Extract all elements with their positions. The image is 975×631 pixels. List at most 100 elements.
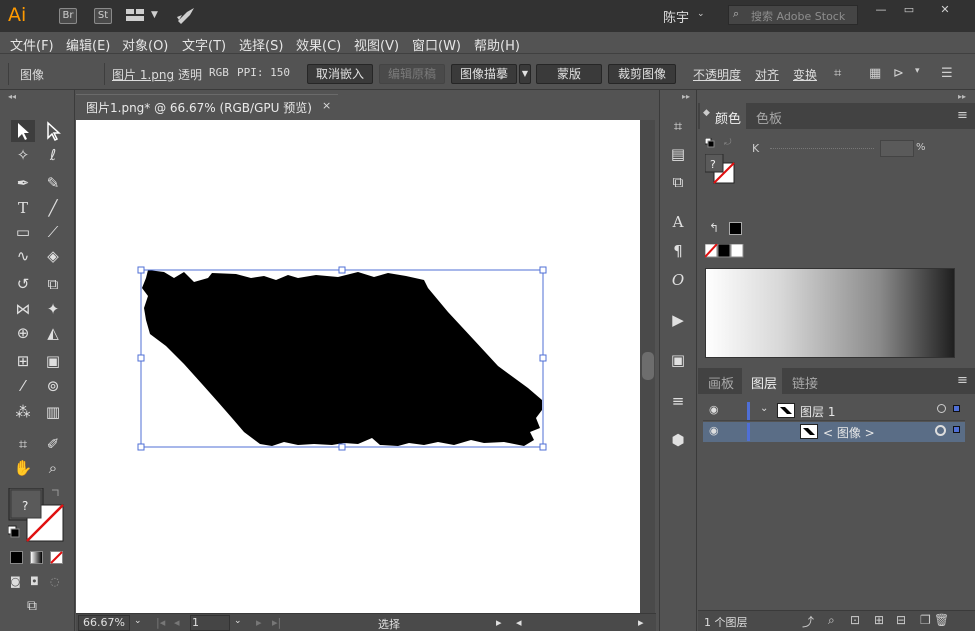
puppet-warp-tool-icon[interactable]: ✦	[41, 298, 65, 320]
paintbrush-tool-icon[interactable]: ⟋	[41, 221, 65, 243]
selection-tool-icon[interactable]	[11, 120, 35, 142]
perspective-grid-tool-icon[interactable]: ◭	[41, 322, 65, 344]
locate-object-icon[interactable]: ⌕	[828, 613, 835, 628]
color-spectrum-bar[interactable]	[705, 268, 955, 358]
prev-artboard-icon[interactable]: ◂	[174, 616, 180, 629]
mask-button[interactable]: 蒙版	[536, 64, 602, 84]
align-panel-icon[interactable]: ▤	[667, 144, 689, 164]
menu-view[interactable]: 视图(V)	[354, 35, 399, 54]
draw-inside-icon[interactable]: ◌	[50, 575, 60, 588]
expand-icon[interactable]: ▸▸	[682, 92, 690, 101]
zoom-level[interactable]: 66.67%	[83, 616, 125, 629]
transform-link[interactable]: 变换	[793, 66, 817, 83]
visibility-eye-icon[interactable]: ◉	[709, 403, 719, 416]
clipping-mask-icon[interactable]: ⊡	[850, 613, 860, 627]
document-tab[interactable]: 图片1.png* @ 66.67% (RGB/GPU 预览) ×	[76, 94, 338, 118]
eyedropper-tool-icon[interactable]: ⁄	[11, 375, 35, 397]
workspace-layout-icon[interactable]	[126, 8, 146, 23]
none-mode-button[interactable]	[50, 551, 63, 564]
libraries-panel-icon[interactable]: ⬢	[667, 430, 689, 450]
minimize-button[interactable]: —	[868, 4, 894, 18]
out-of-gamut-icon[interactable]: ↰	[709, 221, 719, 235]
target-icon[interactable]	[937, 404, 946, 413]
panel-menu-icon[interactable]: ≡	[957, 108, 968, 123]
tab-artboards[interactable]: 画板	[708, 373, 734, 392]
chevron-down-icon[interactable]: ⌄	[134, 616, 142, 626]
menu-help[interactable]: 帮助(H)	[474, 35, 520, 54]
actions-panel-icon[interactable]: ▶	[667, 310, 689, 330]
opacity-link[interactable]: 不透明度	[693, 66, 741, 83]
user-name[interactable]: 陈宇	[663, 7, 689, 26]
opentype-panel-icon[interactable]: O	[667, 270, 689, 290]
last-artboard-icon[interactable]: ▸|	[272, 616, 281, 629]
direct-selection-tool-icon[interactable]	[41, 120, 65, 142]
swap-colors-icon[interactable]: ⤾	[724, 138, 732, 148]
chevron-down-icon[interactable]: ▾	[915, 66, 920, 76]
default-colors-icon[interactable]	[704, 137, 715, 148]
next-icon[interactable]: ▸	[638, 616, 644, 629]
tab-color[interactable]: 颜色	[715, 108, 741, 127]
chevron-down-icon[interactable]: ⌄	[697, 9, 705, 19]
back-icon[interactable]: ◂	[516, 616, 522, 629]
character-panel-icon[interactable]: A	[667, 212, 689, 232]
first-artboard-icon[interactable]: |◂	[156, 616, 165, 629]
magic-wand-tool-icon[interactable]: ✧	[11, 144, 35, 166]
tab-links[interactable]: 链接	[792, 373, 818, 392]
collapse-panels-icon[interactable]: ▸▸	[958, 92, 966, 101]
image-trace-dropdown[interactable]: ▼	[519, 64, 531, 84]
menu-effect[interactable]: 效果(C)	[296, 35, 341, 54]
k-slider[interactable]	[770, 148, 874, 149]
scale-tool-icon[interactable]: ⧉	[41, 273, 65, 295]
target-icon[interactable]	[935, 425, 946, 436]
export-icon[interactable]: ⤴	[802, 613, 814, 630]
line-tool-icon[interactable]: ╱	[41, 197, 65, 219]
zoom-tool-icon[interactable]: ⌕	[41, 457, 65, 479]
gradient-mode-button[interactable]	[30, 551, 43, 564]
scrollbar-thumb[interactable]	[642, 352, 654, 380]
new-sublayer-icon[interactable]: ⊞	[874, 613, 884, 627]
selection-indicator[interactable]	[953, 405, 960, 412]
close-window-button[interactable]: ✕	[932, 4, 958, 18]
collapse-toggle-icon[interactable]: ◆	[703, 108, 710, 118]
visibility-eye-icon[interactable]: ◉	[709, 424, 719, 437]
tab-layers[interactable]: 图层	[751, 373, 777, 392]
close-tab-icon[interactable]: ×	[322, 99, 331, 112]
play-icon[interactable]: ▸	[496, 616, 502, 629]
panel-menu-icon[interactable]: ☰	[941, 66, 953, 81]
next-artboard-icon[interactable]: ▸	[256, 616, 262, 629]
artboard-tool-icon[interactable]: ⌗	[11, 433, 35, 455]
color-fill-stroke-widget[interactable]: ?	[704, 153, 735, 184]
edit-original-button[interactable]: 编辑原稿	[379, 64, 445, 84]
eraser-tool-icon[interactable]: ◈	[41, 245, 65, 267]
draw-behind-icon[interactable]: ◘	[30, 575, 39, 588]
isolate-icon[interactable]: ⌗	[834, 66, 841, 81]
stroke-panel-icon[interactable]: ≡	[667, 391, 689, 411]
warp-icon[interactable]: ⊳	[893, 66, 904, 81]
align-link[interactable]: 对齐	[755, 66, 779, 83]
shape-builder-tool-icon[interactable]: ⊕	[11, 322, 35, 344]
chevron-down-icon[interactable]: ⌄	[234, 616, 242, 626]
selection-indicator[interactable]	[953, 426, 960, 433]
hand-tool-icon[interactable]: ✋	[11, 457, 35, 479]
last-color-swatch[interactable]	[729, 222, 742, 235]
new-layer-2-icon[interactable]: ❐	[920, 613, 931, 627]
stock-search-input[interactable]: ⌕ 搜索 Adobe Stock	[728, 5, 858, 25]
trash-icon[interactable]: 🗑	[934, 613, 949, 627]
bridge-icon[interactable]: Br	[59, 8, 77, 24]
pen-tool-icon[interactable]: ✒	[11, 172, 35, 194]
image-trace-button[interactable]: 图像描摹	[451, 64, 517, 84]
maximize-button[interactable]: ▭	[896, 4, 922, 18]
artboard[interactable]	[76, 120, 640, 613]
k-value-input[interactable]	[880, 140, 914, 157]
type-tool-icon[interactable]: T	[11, 197, 35, 219]
menu-object[interactable]: 对象(O)	[122, 35, 168, 54]
menu-type[interactable]: 文字(T)	[182, 35, 226, 54]
sublayer-row[interactable]: ◉ < 图像 >	[703, 422, 965, 442]
lasso-tool-icon[interactable]: ℓ	[41, 144, 65, 166]
symbol-sprayer-tool-icon[interactable]: ⁂	[11, 401, 35, 423]
collapse-icon[interactable]: ◂◂	[8, 92, 16, 101]
curvature-tool-icon[interactable]: ✎	[41, 172, 65, 194]
unembed-button[interactable]: 取消嵌入	[307, 64, 373, 84]
blend-tool-icon[interactable]: ⊚	[41, 375, 65, 397]
shaper-tool-icon[interactable]: ∿	[11, 245, 35, 267]
